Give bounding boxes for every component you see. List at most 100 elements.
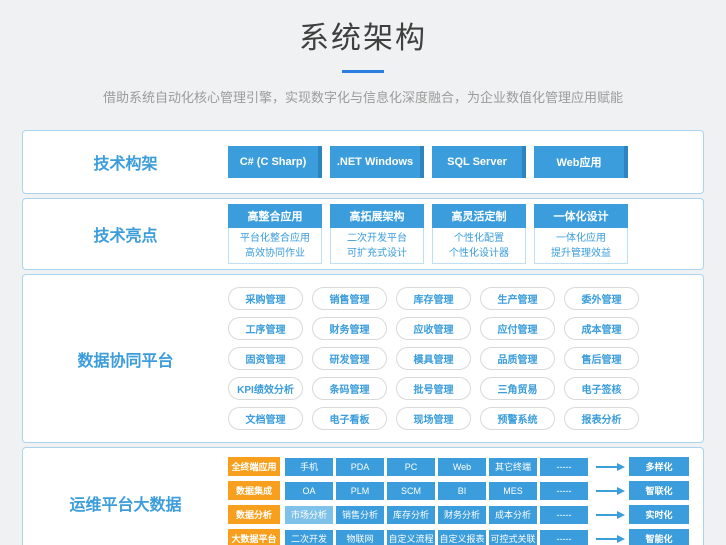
module-chip: 条码管理: [312, 377, 387, 400]
highlight-card: 一体化设计 一体化应用 提升管理效益: [534, 204, 628, 264]
ops-chip: 手机: [285, 458, 333, 476]
tech-stack-button-csharp: C# (C Sharp): [228, 146, 322, 178]
module-chip: 固资管理: [228, 347, 303, 370]
panels-container: 技术构架 C# (C Sharp) .NET Windows SQL Serve…: [22, 130, 704, 545]
highlight-card-line: 提升管理效益: [535, 246, 627, 261]
ops-result-badge: 多样化: [629, 457, 689, 476]
highlight-card-line: 高效协同作业: [229, 246, 321, 261]
highlight-card-body: 二次开发平台 可扩充式设计: [330, 228, 424, 264]
data-platform-panel: 数据协同平台 采购管理 销售管理 库存管理 生产管理 委外管理 工序管理 财务管…: [22, 274, 704, 443]
module-chip: 预警系统: [480, 407, 555, 430]
module-chip: 品质管理: [480, 347, 555, 370]
ops-chip-ellipsis: -----: [540, 458, 588, 476]
module-chip: 成本管理: [564, 317, 639, 340]
ops-chip: 自定义报表: [438, 530, 486, 545]
highlight-cards: 高整合应用 平台化整合应用 高效协同作业 高拓展架构 二次开发平台 可扩充式设计…: [228, 199, 628, 269]
highlight-card-body: 一体化应用 提升管理效益: [534, 228, 628, 264]
data-platform-label: 数据协同平台: [23, 275, 228, 442]
ops-row-terminals: 全终端应用 手机 PDA PC Web 其它终端 ----- 多样化: [228, 457, 689, 476]
module-chip: 采购管理: [228, 287, 303, 310]
ops-platform-panel: 运维平台大数据 全终端应用 手机 PDA PC Web 其它终端 ----- 多…: [22, 447, 704, 545]
module-chip: 三角贸易: [480, 377, 555, 400]
module-chip: KPI绩效分析: [228, 377, 303, 400]
ops-chip: 库存分析: [387, 506, 435, 524]
highlight-card-body: 个性化配置 个性化设计器: [432, 228, 526, 264]
highlight-card-line: 一体化应用: [535, 231, 627, 246]
page-title: 系统架构: [0, 13, 726, 57]
module-chip: 库存管理: [396, 287, 471, 310]
module-chip: 文档管理: [228, 407, 303, 430]
ops-chip-ellipsis: -----: [540, 506, 588, 524]
ops-chip: BI: [438, 482, 486, 500]
highlight-card-line: 个性化配置: [433, 231, 525, 246]
right-arrow-icon: [596, 538, 618, 540]
highlight-card-title: 高拓展架构: [330, 204, 424, 228]
ops-chip: PDA: [336, 458, 384, 476]
ops-chip: 销售分析: [336, 506, 384, 524]
module-chip: 销售管理: [312, 287, 387, 310]
ops-chip: 物联网: [336, 530, 384, 545]
ops-chip: 市场分析: [285, 506, 333, 524]
right-arrow-icon: [596, 514, 618, 516]
data-platform-grid: 采购管理 销售管理 库存管理 生产管理 委外管理 工序管理 财务管理 应收管理 …: [228, 275, 658, 442]
ops-chip: 成本分析: [489, 506, 537, 524]
tech-stack-buttons: C# (C Sharp) .NET Windows SQL Server Web…: [228, 131, 628, 193]
highlight-card: 高灵活定制 个性化配置 个性化设计器: [432, 204, 526, 264]
module-chip: 应付管理: [480, 317, 555, 340]
highlights-label: 技术亮点: [23, 199, 228, 269]
tech-stack-panel: 技术构架 C# (C Sharp) .NET Windows SQL Serve…: [22, 130, 704, 194]
module-chip: 现场管理: [396, 407, 471, 430]
highlight-card: 高整合应用 平台化整合应用 高效协同作业: [228, 204, 322, 264]
tech-stack-button-web: Web应用: [534, 146, 628, 178]
highlight-card-line: 二次开发平台: [331, 231, 423, 246]
page-header: 系统架构 借助系统自动化核心管理引擎，实现数字化与信息化深度融合，为企业数值化管…: [0, 0, 726, 106]
ops-chip-ellipsis: -----: [540, 482, 588, 500]
module-chip: 模具管理: [396, 347, 471, 370]
module-chip: 报表分析: [564, 407, 639, 430]
ops-chip-ellipsis: -----: [540, 530, 588, 545]
ops-chip: 自定义流程: [387, 530, 435, 545]
ops-result-badge: 智联化: [629, 481, 689, 500]
ops-chip: 其它终端: [489, 458, 537, 476]
module-chip: 研发管理: [312, 347, 387, 370]
ops-chip: 可控式关联: [489, 530, 537, 545]
tech-stack-button-dotnet: .NET Windows: [330, 146, 424, 178]
ops-chip: 财务分析: [438, 506, 486, 524]
ops-chip: PLM: [336, 482, 384, 500]
ops-chip: Web: [438, 458, 486, 476]
ops-chip: OA: [285, 482, 333, 500]
module-chip: 委外管理: [564, 287, 639, 310]
highlight-card-line: 个性化设计器: [433, 246, 525, 261]
right-arrow-icon: [596, 466, 618, 468]
highlight-card-line: 可扩充式设计: [331, 246, 423, 261]
module-chip: 财务管理: [312, 317, 387, 340]
module-chip: 工序管理: [228, 317, 303, 340]
highlight-card-title: 一体化设计: [534, 204, 628, 228]
module-chip: 生产管理: [480, 287, 555, 310]
title-underline: [342, 70, 384, 73]
module-chip: 电子看板: [312, 407, 387, 430]
ops-chip: MES: [489, 482, 537, 500]
ops-result-badge: 智能化: [629, 529, 689, 545]
tech-stack-label: 技术构架: [23, 131, 228, 193]
ops-row-analysis: 数据分析 市场分析 销售分析 库存分析 财务分析 成本分析 ----- 实时化: [228, 505, 689, 524]
module-chip: 售后管理: [564, 347, 639, 370]
tech-stack-button-sqlserver: SQL Server: [432, 146, 526, 178]
ops-category-badge: 数据集成: [228, 481, 280, 500]
page-subtitle: 借助系统自动化核心管理引擎，实现数字化与信息化深度融合，为企业数值化管理应用赋能: [0, 87, 726, 106]
highlight-card-title: 高整合应用: [228, 204, 322, 228]
highlight-card-body: 平台化整合应用 高效协同作业: [228, 228, 322, 264]
ops-category-badge: 数据分析: [228, 505, 280, 524]
ops-result-badge: 实时化: [629, 505, 689, 524]
highlights-panel: 技术亮点 高整合应用 平台化整合应用 高效协同作业 高拓展架构 二次开发平台 可…: [22, 198, 704, 270]
ops-row-integration: 数据集成 OA PLM SCM BI MES ----- 智联化: [228, 481, 689, 500]
ops-platform-label: 运维平台大数据: [23, 448, 228, 545]
module-chip: 电子签核: [564, 377, 639, 400]
highlight-card: 高拓展架构 二次开发平台 可扩充式设计: [330, 204, 424, 264]
ops-category-badge: 全终端应用: [228, 457, 280, 476]
module-chip: 应收管理: [396, 317, 471, 340]
ops-category-badge: 大数据平台: [228, 529, 280, 545]
ops-platform-rows: 全终端应用 手机 PDA PC Web 其它终端 ----- 多样化 数据集成 …: [228, 448, 689, 545]
module-chip: 批号管理: [396, 377, 471, 400]
highlight-card-title: 高灵活定制: [432, 204, 526, 228]
